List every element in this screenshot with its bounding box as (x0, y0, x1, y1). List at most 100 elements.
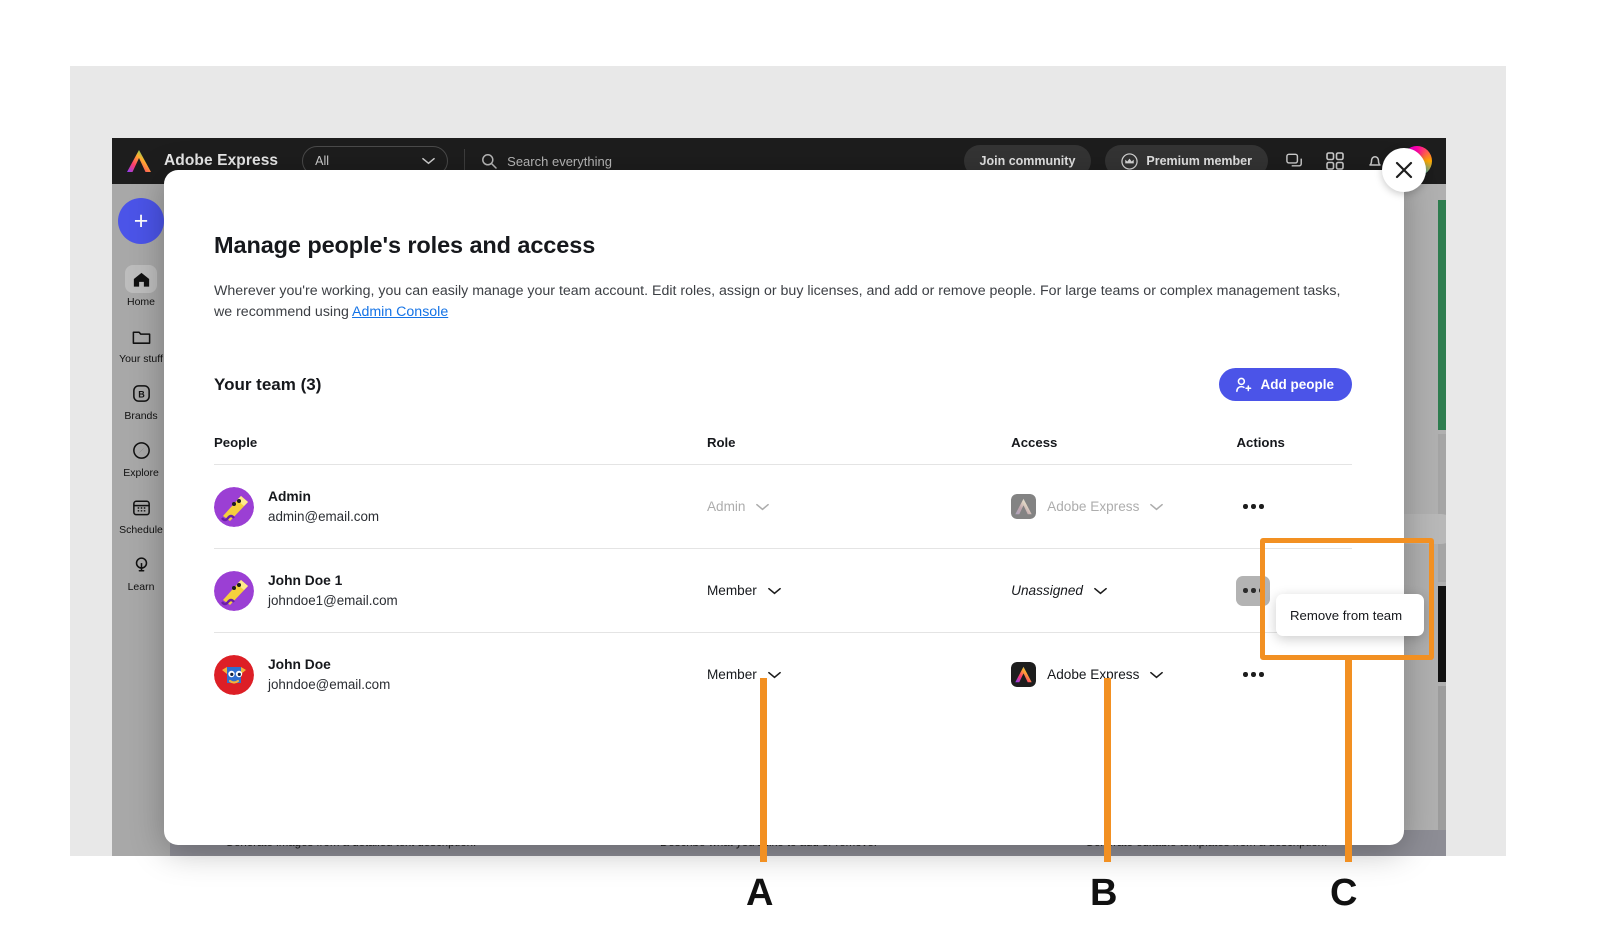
access-dropdown[interactable]: Adobe Express (1011, 494, 1236, 520)
crown-badge-icon (1121, 152, 1139, 170)
chevron-down-icon (767, 671, 781, 679)
chevron-down-icon (422, 157, 435, 165)
column-header-people: People (214, 435, 258, 451)
more-actions-icon (1243, 588, 1248, 593)
role-dropdown[interactable]: Member (707, 583, 1011, 598)
person-email: johndoe@email.com (268, 676, 391, 692)
comments-icon (1285, 153, 1302, 167)
team-section-header: Your team (3) Add people (214, 368, 1352, 402)
sidebar-item-label: Brands (124, 410, 158, 422)
table-row: John Doe johndoe@email.com Member Adobe … (214, 632, 1352, 716)
person-email: johndoe1@email.com (268, 592, 398, 608)
role-dropdown[interactable]: Member (707, 667, 1011, 682)
apps-grid-icon (1326, 152, 1344, 170)
column-header-actions: Actions (1236, 435, 1285, 451)
modal-description: Wherever you're working, you can easily … (214, 281, 1352, 322)
content-filter-label: All (315, 154, 330, 168)
more-actions-button[interactable] (1236, 492, 1270, 522)
close-modal-button[interactable] (1382, 148, 1426, 192)
calendar-icon (125, 493, 157, 521)
modal-title: Manage people's roles and access (214, 232, 596, 258)
access-dropdown[interactable]: Adobe Express (1011, 662, 1236, 688)
chevron-down-icon (1150, 671, 1164, 679)
chevron-down-icon (1150, 503, 1164, 511)
add-people-button[interactable]: Add people (1218, 368, 1352, 402)
svg-text:B: B (138, 389, 145, 399)
table-row: John Doe 1 johndoe1@email.com Member Una… (214, 548, 1352, 632)
person-name: Admin (268, 488, 311, 504)
table-header-row: People Role Access Actions (214, 435, 1352, 464)
more-actions-icon (1243, 672, 1248, 677)
more-actions-button[interactable] (1236, 660, 1270, 690)
annotation-label-b: B (1090, 872, 1118, 914)
column-header-access: Access (1011, 435, 1058, 451)
annotation-highlight-box-c (1260, 538, 1434, 660)
sidebar-item-home[interactable]: Home (113, 260, 169, 315)
manage-people-modal: Manage people's roles and access Whereve… (164, 148, 1426, 845)
more-actions-icon (1243, 504, 1248, 509)
left-navigation-rail: + Home Your stuff B Brands Explore Sched… (112, 184, 170, 856)
more-actions-icon (1259, 504, 1264, 509)
add-people-label: Add people (1260, 377, 1335, 393)
sidebar-item-schedule[interactable]: Schedule (113, 488, 169, 543)
modal-body: Manage people's roles and access Whereve… (164, 170, 1404, 716)
person-cell: Admin admin@email.com (214, 486, 707, 527)
sidebar-item-label: Explore (123, 467, 159, 479)
background-grey-card (1438, 434, 1446, 582)
sidebar-item-label: Home (126, 296, 155, 308)
add-person-icon (1235, 377, 1251, 392)
annotation-label-c: C (1330, 872, 1358, 914)
access-dropdown[interactable]: Unassigned (1011, 583, 1236, 598)
more-actions-icon (1259, 672, 1264, 677)
team-heading: Your team (3) (214, 374, 322, 394)
access-value: Unassigned (1011, 583, 1083, 599)
sidebar-item-explore[interactable]: Explore (113, 431, 169, 486)
sidebar-item-your-stuff[interactable]: Your stuff (113, 317, 169, 372)
chevron-down-icon (1094, 587, 1107, 595)
screenshot-root: Adobe Express All Search everything Join… (0, 0, 1600, 945)
chevron-down-icon (756, 503, 770, 511)
role-dropdown[interactable]: Admin (707, 499, 1011, 514)
purple-pencil-avatar (214, 486, 254, 527)
adobe-express-icon (1011, 662, 1037, 688)
annotation-leader-line-b (1104, 678, 1111, 862)
adobe-express-icon (1011, 494, 1037, 520)
person-name: John Doe 1 (268, 572, 343, 588)
adobe-express-logo-icon (127, 150, 151, 172)
role-value: Member (706, 583, 757, 599)
premium-member-label: Premium member (1146, 154, 1252, 168)
annotation-leader-line-a (760, 678, 767, 862)
chevron-down-icon (767, 587, 781, 595)
person-cell: John Doe johndoe@email.com (214, 654, 707, 695)
column-header-role: Role (706, 435, 736, 451)
search-placeholder-text: Search everything (507, 153, 612, 169)
join-community-label: Join community (979, 154, 1076, 168)
sidebar-item-label: Schedule (119, 524, 163, 536)
background-dark-card (1438, 586, 1446, 682)
person-email: admin@email.com (268, 508, 380, 524)
search-icon (482, 154, 497, 169)
table-row: Admin admin@email.com Admin Adobe Expres… (214, 464, 1352, 548)
app-brand-title: Adobe Express (164, 152, 279, 169)
create-new-button[interactable]: + (118, 198, 164, 244)
role-value: Member (706, 667, 757, 683)
admin-console-link[interactable]: Admin Console (352, 304, 448, 320)
person-cell: John Doe 1 johndoe1@email.com (214, 570, 707, 611)
close-icon (1395, 161, 1413, 179)
access-value: Adobe Express (1047, 499, 1140, 515)
more-actions-icon (1251, 504, 1256, 509)
sidebar-item-label: Learn (127, 581, 155, 593)
sidebar-item-label: Your stuff (119, 353, 163, 365)
sidebar-item-brands[interactable]: B Brands (113, 374, 169, 429)
more-actions-icon (1251, 588, 1256, 593)
brands-icon: B (125, 379, 157, 407)
access-value: Adobe Express (1047, 667, 1140, 683)
compass-icon (125, 436, 157, 464)
sidebar-item-learn[interactable]: Learn (113, 545, 169, 600)
home-icon (125, 265, 157, 293)
folder-icon (125, 322, 157, 350)
role-value: Admin (706, 499, 746, 515)
more-actions-icon (1251, 672, 1256, 677)
background-green-panel (1438, 200, 1446, 430)
red-blue-monster-avatar (214, 654, 254, 695)
